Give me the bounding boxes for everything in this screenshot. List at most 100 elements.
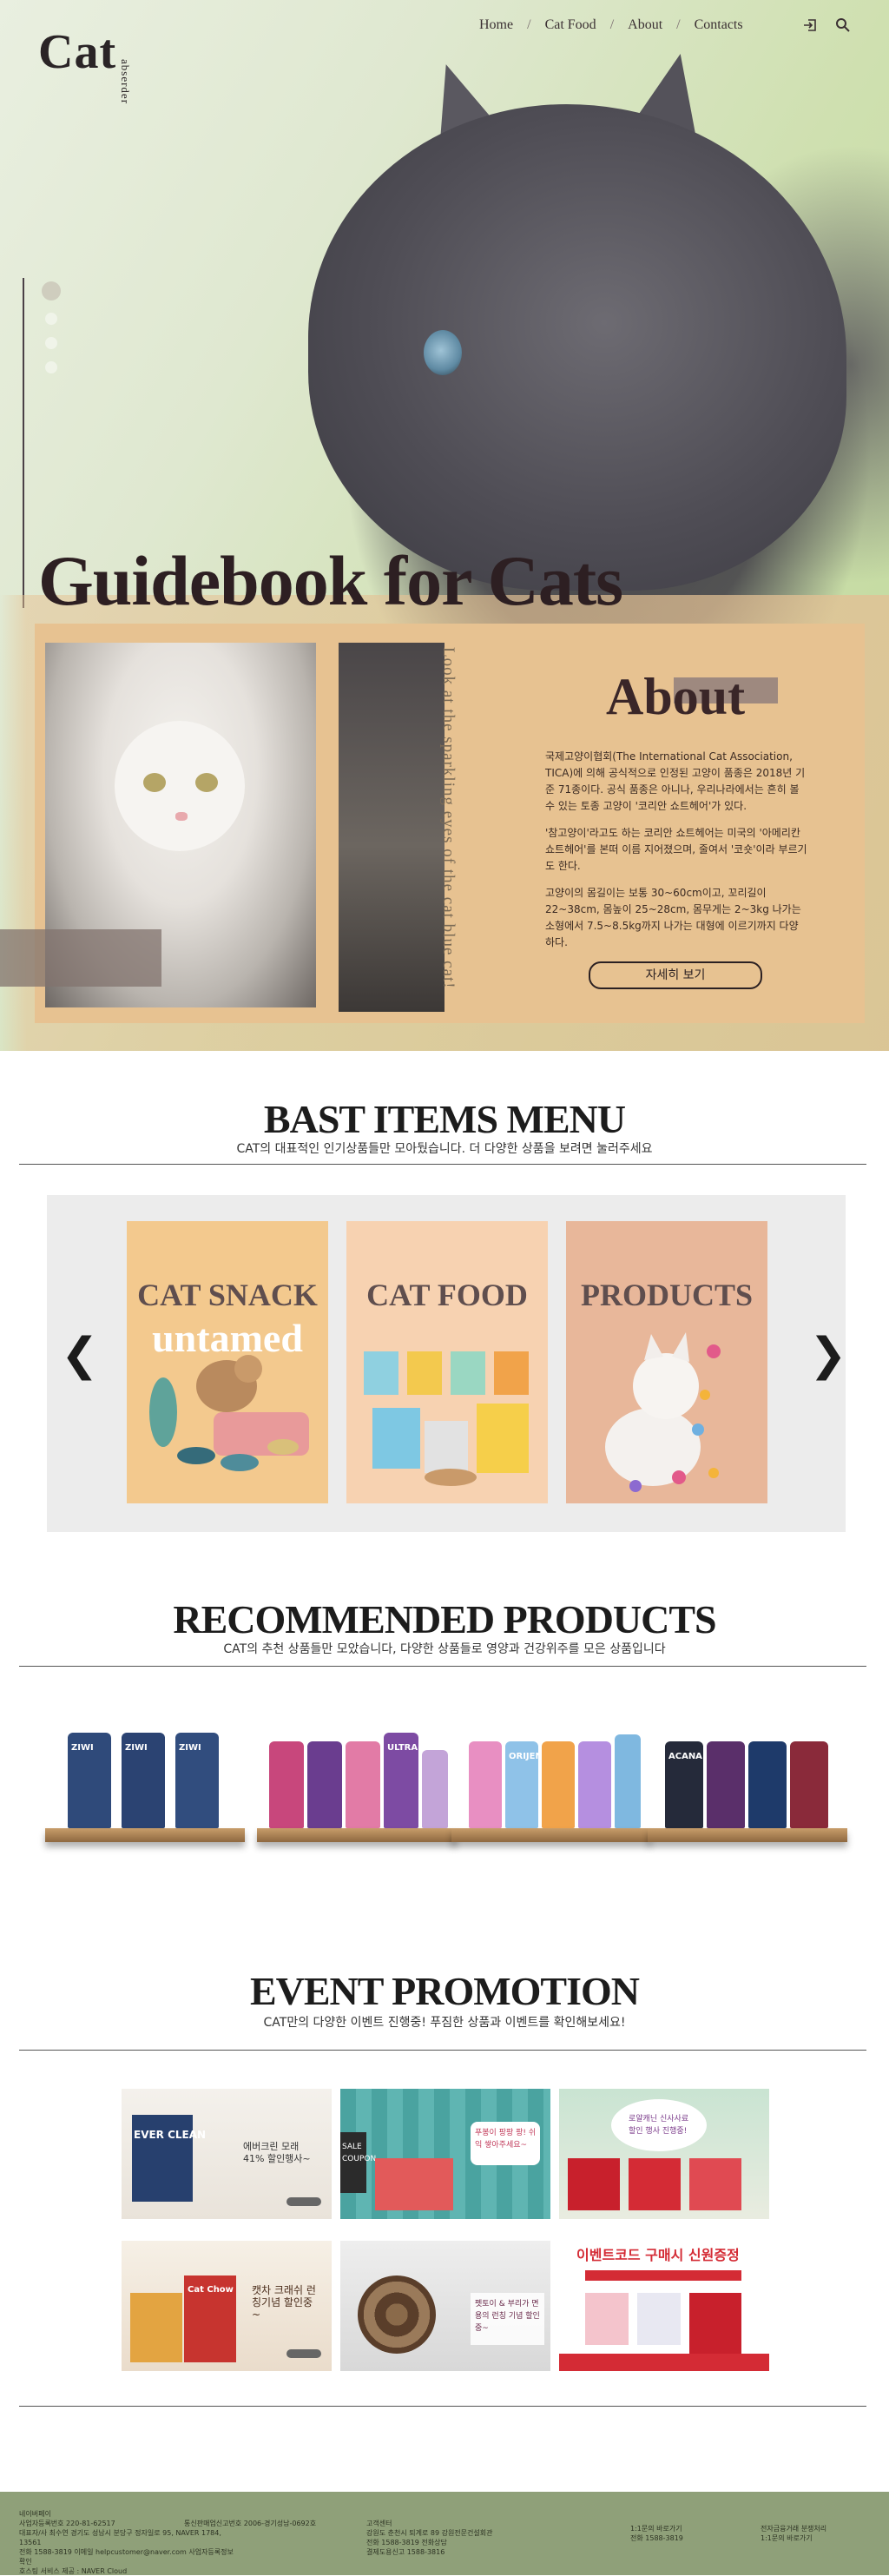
about-text: 국제고양이협회(The International Cat Associatio… bbox=[545, 749, 807, 961]
carousel-next-button[interactable]: ❯ bbox=[809, 1329, 847, 1381]
search-icon[interactable] bbox=[835, 17, 851, 37]
event-title: EVENT PROMOTION bbox=[249, 1969, 640, 2013]
nav-about[interactable]: About bbox=[628, 17, 662, 33]
product-bag: ZIWI bbox=[122, 1733, 165, 1828]
promo-banner-5[interactable]: 펫토이 & 부리가 면용의 런칭 기념 할인중~ bbox=[340, 2241, 550, 2371]
hero-cat-image bbox=[308, 104, 846, 591]
nav-separator: / bbox=[609, 17, 615, 32]
product-bag bbox=[568, 2158, 620, 2210]
card-title: CAT FOOD bbox=[366, 1278, 528, 1312]
bag-label: ORIJEN bbox=[509, 1752, 543, 1761]
promo-footer-bar bbox=[559, 2354, 769, 2371]
section-divider bbox=[19, 2406, 866, 2407]
promo-text: 캣차 크래쉬 런칭기념 할인중~ bbox=[252, 2284, 316, 2321]
promo-banner-2[interactable]: SALE COUPON 푸봉이 팡팡 팡! 쉬익 쌓아주세요~ bbox=[340, 2089, 550, 2219]
product-bag bbox=[689, 2293, 741, 2354]
nav-home[interactable]: Home bbox=[479, 17, 513, 33]
grey-cat-photo bbox=[339, 643, 444, 1012]
slider-dot[interactable] bbox=[45, 313, 57, 325]
recommended-product-4[interactable]: ACANA bbox=[648, 1720, 847, 1846]
product-bag bbox=[629, 2158, 681, 2210]
footer: 네이버페이 사업자등록번호 220-81-62517 대표자/사 최수연 경기도… bbox=[0, 2492, 889, 2575]
promo-banner-6[interactable]: 이벤트코드 구매시 신원증정 bbox=[559, 2241, 769, 2371]
product-box bbox=[132, 2115, 193, 2202]
carousel-prev-button[interactable]: ❮ bbox=[61, 1329, 99, 1381]
product-bag bbox=[269, 1741, 304, 1828]
slider-dots bbox=[42, 281, 61, 386]
recommended-product-2[interactable]: ULTRA bbox=[257, 1720, 457, 1846]
section-divider bbox=[19, 1666, 866, 1667]
footer-customer-center: 고객센터 강원도 춘천시 퇴계로 89 강원전문건설회관 전화 1588-381… bbox=[366, 2520, 493, 2556]
product-bag bbox=[790, 1741, 828, 1828]
product-bag bbox=[689, 2158, 741, 2210]
recommended-title: RECOMMENDED PRODUCTS bbox=[173, 1597, 716, 1641]
product-shelf bbox=[257, 1828, 457, 1842]
product-bag bbox=[422, 1750, 448, 1828]
product-bag bbox=[707, 1741, 745, 1828]
footer-registration: 통신판매업신고번호 2006-경기성남-0692호 bbox=[184, 2520, 317, 2527]
promo-button[interactable] bbox=[286, 2197, 321, 2206]
product-bag: ZIWI bbox=[175, 1733, 219, 1828]
product-shelf bbox=[451, 1828, 651, 1842]
product-bag: ULTRA bbox=[384, 1733, 418, 1828]
footer-inquiry[interactable]: 1:1문의 바로가기 전화 1588-3819 bbox=[630, 2524, 734, 2543]
promo-brand: Cat Chow bbox=[188, 2285, 234, 2295]
section-divider bbox=[19, 1164, 866, 1165]
slider-dot[interactable] bbox=[42, 281, 61, 301]
logo-text: Cat bbox=[38, 25, 117, 79]
about-paragraph: 국제고양이협회(The International Cat Associatio… bbox=[545, 750, 806, 812]
about-title: About bbox=[606, 668, 746, 725]
product-box bbox=[585, 2293, 629, 2345]
slider-dot[interactable] bbox=[45, 337, 57, 349]
card-cat-food[interactable]: CAT FOOD bbox=[346, 1221, 548, 1503]
promo-button[interactable] bbox=[286, 2349, 321, 2358]
promo-text: 로얄캐닌 신사사료 할인 행사 진행중! bbox=[629, 2115, 689, 2136]
nav-cat-food[interactable]: Cat Food bbox=[545, 17, 596, 33]
site-logo[interactable]: Cat abserder bbox=[38, 24, 132, 104]
recommended-product-3[interactable]: ORIJEN bbox=[451, 1720, 651, 1846]
promo-banner-3[interactable]: 로얄캐닌 신사사료 할인 행사 진행중! bbox=[559, 2089, 769, 2219]
card-products[interactable]: PRODUCTS bbox=[566, 1221, 767, 1503]
nav-icons bbox=[802, 17, 851, 37]
nav-contacts[interactable]: Contacts bbox=[695, 17, 743, 33]
card-cat-snack[interactable]: CAT SNACK untamed bbox=[127, 1221, 328, 1503]
product-shelf bbox=[45, 1828, 245, 1842]
promo-brand: EVER CLEAN bbox=[134, 2129, 207, 2141]
promo-text: 에버크린 모래 41% 할인행사~ bbox=[243, 2141, 311, 2164]
recommended-product-1[interactable]: ZIWI ZIWI ZIWI bbox=[45, 1720, 245, 1846]
slider-dot[interactable] bbox=[45, 361, 57, 373]
nav-separator: / bbox=[676, 17, 681, 32]
product-bag bbox=[748, 1741, 787, 1828]
cat-eye bbox=[424, 330, 462, 375]
promo-ribbon bbox=[585, 2270, 741, 2281]
scratcher-toy bbox=[358, 2275, 436, 2354]
decorative-overlay bbox=[0, 929, 161, 987]
bag-label: ZIWI bbox=[125, 1743, 148, 1753]
main-nav: Home / Cat Food / About / Contacts bbox=[479, 17, 743, 33]
promo-text: 푸봉이 팡팡 팡! 쉬익 쌓아주세요~ bbox=[475, 2129, 537, 2150]
bag-label: ZIWI bbox=[71, 1743, 94, 1753]
product-bag: ZIWI bbox=[68, 1733, 111, 1828]
about-paragraph: '참고양이'라고도 하는 코리안 쇼트헤어는 미국의 '아메리칸 쇼트헤어'를 … bbox=[545, 827, 807, 872]
bag-label: ZIWI bbox=[179, 1743, 201, 1753]
recommended-subtitle: CAT의 추천 상품들만 모았습니다, 다양한 상품들로 영양과 건강위주를 모… bbox=[223, 1642, 666, 1656]
product-bag: ORIJEN bbox=[505, 1741, 543, 1828]
product-bag bbox=[469, 1741, 502, 1828]
product-bag bbox=[130, 2293, 182, 2362]
best-items-subtitle: CAT의 대표적인 인기상품들만 모아뒀습니다. 더 다양한 상품을 보려면 눌… bbox=[236, 1142, 653, 1156]
hero-title: Guidebook for Cats bbox=[38, 541, 623, 620]
event-subtitle: CAT만의 다양한 이벤트 진행중! 푸짐한 상품과 이벤트를 확인해보세요! bbox=[263, 2016, 626, 2030]
nav-separator: / bbox=[527, 17, 531, 32]
about-more-button[interactable]: 자세히 보기 bbox=[589, 961, 762, 989]
promo-banner-4[interactable]: Cat Chow 캣차 크래쉬 런칭기념 할인중~ bbox=[122, 2241, 332, 2371]
promo-banner-1[interactable]: EVER CLEAN 에버크린 모래 41% 할인행사~ bbox=[122, 2089, 332, 2219]
product-bag bbox=[307, 1741, 342, 1828]
product-bag: ACANA bbox=[665, 1741, 703, 1828]
about-paragraph: 고양이의 몸길이는 보통 30~60cm이고, 꼬리길이 22~38cm, 몸높… bbox=[545, 887, 801, 948]
product-bag bbox=[615, 1734, 641, 1828]
login-icon[interactable] bbox=[802, 17, 818, 37]
card-title: CAT SNACK bbox=[137, 1278, 318, 1312]
footer-dispute[interactable]: 전자금융거래 분쟁처리 1:1문의 바로가기 bbox=[761, 2524, 873, 2543]
promo-text: 이벤트코드 구매시 신원증정 bbox=[576, 2247, 740, 2263]
gift-boxes bbox=[375, 2158, 453, 2210]
